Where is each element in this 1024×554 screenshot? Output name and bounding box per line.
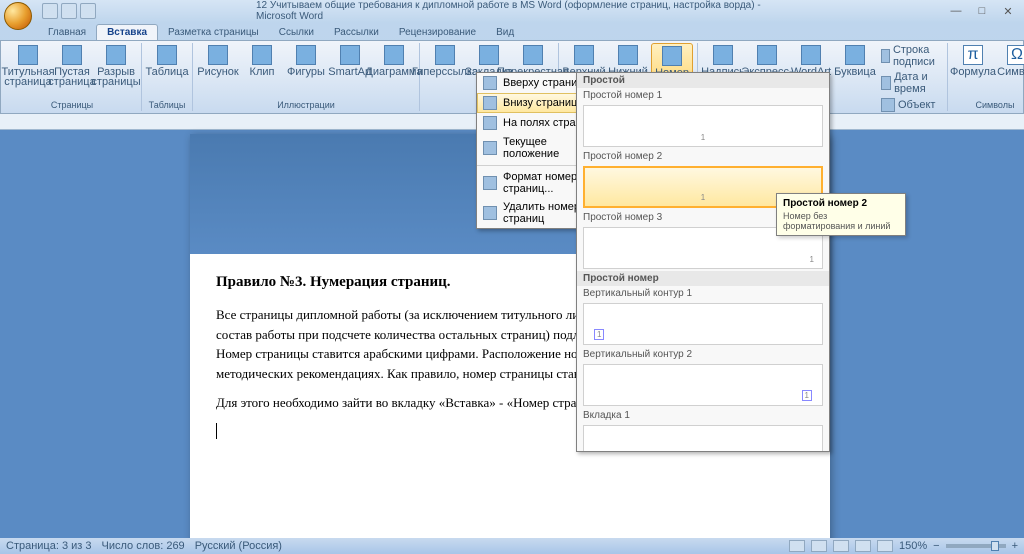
ribbon-tabs: Главная Вставка Разметка страницы Ссылки…	[0, 22, 1024, 40]
status-page[interactable]: Страница: 3 из 3	[6, 540, 92, 552]
group-symbols: πФормула ΩСимвол Символы	[948, 43, 1024, 111]
tab-insert[interactable]: Вставка	[96, 24, 158, 40]
pos-icon	[483, 141, 497, 155]
gallery-item-vertical-2[interactable]: 1	[583, 364, 823, 406]
picture-icon	[208, 45, 228, 65]
save-icon[interactable]	[42, 3, 58, 19]
smartart-icon	[340, 45, 360, 65]
link-icon	[435, 45, 455, 65]
pagenum-icon	[662, 46, 682, 66]
shapes-icon	[296, 45, 316, 65]
tab-references[interactable]: Ссылки	[269, 25, 324, 40]
textbox-icon	[713, 45, 733, 65]
gallery-item-label: Простой номер 2	[577, 149, 829, 164]
zoom-thumb[interactable]	[991, 541, 999, 551]
gallery-item-label: Вертикальный контур 1	[577, 286, 829, 301]
symbol-button[interactable]: ΩСимвол	[996, 43, 1024, 100]
close-button[interactable]: ✕	[996, 4, 1020, 18]
clip-icon	[252, 45, 272, 65]
obj-icon	[881, 98, 895, 112]
table-button[interactable]: Таблица	[146, 43, 188, 100]
status-lang[interactable]: Русский (Россия)	[195, 540, 282, 552]
page-number-gallery: Простой Простой номер 1 1 Простой номер …	[576, 72, 830, 452]
tooltip-body: Номер без форматирования и линий	[783, 211, 899, 231]
undo-icon[interactable]	[61, 3, 77, 19]
text-cursor	[216, 423, 217, 439]
picture-button[interactable]: Рисунок	[197, 43, 239, 100]
zoom-out[interactable]: −	[933, 540, 939, 552]
chart-icon	[384, 45, 404, 65]
clipart-button[interactable]: Клип	[241, 43, 283, 100]
footer-icon	[618, 45, 638, 65]
gallery-section-header: Простой номер	[577, 271, 829, 286]
bookmark-icon	[479, 45, 499, 65]
group-illustrations: Рисунок Клип Фигуры SmartArt Диаграмма И…	[193, 43, 420, 111]
tab-review[interactable]: Рецензирование	[389, 25, 486, 40]
gallery-item-vertical-1[interactable]: 1	[583, 303, 823, 345]
office-button[interactable]	[4, 2, 32, 30]
tab-view[interactable]: Вид	[486, 25, 524, 40]
statusbar: Страница: 3 из 3 Число слов: 269 Русский…	[0, 538, 1024, 554]
crossref-icon	[523, 45, 543, 65]
chart-button[interactable]: Диаграмма	[373, 43, 415, 100]
tooltip: Простой номер 2 Номер без форматирования…	[776, 193, 906, 236]
omega-icon: Ω	[1007, 45, 1024, 65]
signature-line-button[interactable]: Строка подписи	[878, 43, 943, 69]
tab-mailings[interactable]: Рассылки	[324, 25, 389, 40]
cover-page-button[interactable]: Титульная страница	[7, 43, 49, 100]
titlebar: 12 Учитываем общие требования к дипломно…	[0, 0, 1024, 22]
format-icon	[483, 176, 497, 190]
object-button[interactable]: Объект	[878, 97, 943, 113]
gallery-item-simple-1[interactable]: 1	[583, 105, 823, 147]
shapes-button[interactable]: Фигуры	[285, 43, 327, 100]
dropcap-button[interactable]: Буквица	[834, 43, 876, 113]
wordart-icon	[801, 45, 821, 65]
sig-icon	[881, 49, 890, 63]
top-icon	[483, 76, 497, 90]
view-reading[interactable]	[811, 540, 827, 552]
redo-icon[interactable]	[80, 3, 96, 19]
page-icon	[62, 45, 82, 65]
window-title: 12 Учитываем общие требования к дипломно…	[256, 0, 768, 22]
view-web[interactable]	[833, 540, 849, 552]
tab-layout[interactable]: Разметка страницы	[158, 25, 269, 40]
break-icon	[106, 45, 126, 65]
bottom-icon	[483, 96, 497, 110]
view-draft[interactable]	[877, 540, 893, 552]
gallery-item-label: Вертикальный контур 2	[577, 347, 829, 362]
tab-home[interactable]: Главная	[38, 25, 96, 40]
gallery-item-label: Простой номер 1	[577, 88, 829, 103]
margin-icon	[483, 116, 497, 130]
page-icon	[18, 45, 38, 65]
zoom-in[interactable]: +	[1012, 540, 1018, 552]
header-icon	[574, 45, 594, 65]
datetime-button[interactable]: Дата и время	[878, 70, 943, 96]
group-tables: Таблица Таблицы	[142, 43, 193, 111]
view-print-layout[interactable]	[789, 540, 805, 552]
remove-icon	[483, 206, 497, 220]
blank-page-button[interactable]: Пустая страница	[51, 43, 93, 100]
zoom-slider[interactable]	[946, 544, 1006, 548]
zoom-level[interactable]: 150%	[899, 540, 927, 552]
maximize-button[interactable]: □	[970, 4, 994, 18]
equation-button[interactable]: πФормула	[952, 43, 994, 100]
minimize-button[interactable]: —	[944, 4, 968, 18]
group-pages: Титульная страница Пустая страница Разры…	[3, 43, 142, 111]
pi-icon: π	[963, 45, 983, 65]
dropcap-icon	[845, 45, 865, 65]
gallery-section-header: Простой	[577, 73, 829, 88]
view-outline[interactable]	[855, 540, 871, 552]
tooltip-title: Простой номер 2	[783, 198, 899, 209]
gallery-item-label: Вкладка 1	[577, 408, 829, 423]
page-break-button[interactable]: Разрыв страницы	[95, 43, 137, 100]
gallery-item-tab-1[interactable]: 1	[583, 425, 823, 452]
quick-access-toolbar	[42, 3, 96, 19]
status-words[interactable]: Число слов: 269	[102, 540, 185, 552]
table-icon	[157, 45, 177, 65]
hyperlink-button[interactable]: Гиперссылка	[424, 43, 466, 100]
date-icon	[881, 76, 891, 90]
blocks-icon	[757, 45, 777, 65]
